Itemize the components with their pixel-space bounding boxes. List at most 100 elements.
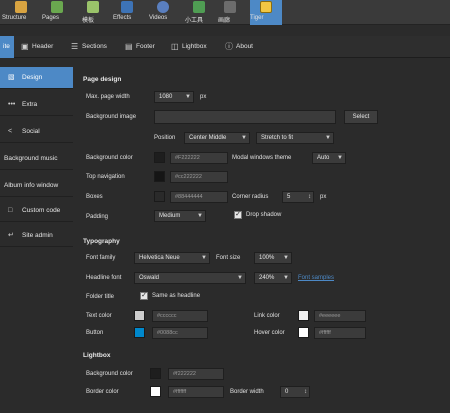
- stretch-select[interactable]: Stretch to fit ▼: [256, 132, 334, 144]
- toolbar-effects[interactable]: Effects: [113, 0, 141, 25]
- border-color-field[interactable]: #fffffff: [168, 386, 224, 398]
- border-width-stepper[interactable]: 0 ↕: [280, 386, 310, 398]
- sidebar-item-extra[interactable]: ••• Extra: [0, 94, 73, 116]
- boxes-field[interactable]: #88444444: [170, 191, 228, 203]
- toolbar-label: 画廊: [218, 18, 231, 24]
- chevron-down-icon: ▼: [337, 155, 343, 161]
- font-samples-link[interactable]: Font samples: [298, 275, 334, 281]
- headline-size-select[interactable]: 240% ▼: [254, 272, 292, 284]
- same-as-headline-checkbox[interactable]: ✓: [140, 292, 148, 300]
- background-image-field[interactable]: [154, 110, 336, 124]
- tab-label: ite: [3, 43, 10, 50]
- select-value: Center Middle: [189, 135, 227, 141]
- select-value: Stretch to fit: [261, 135, 294, 141]
- hover-color-swatch[interactable]: [298, 327, 309, 338]
- toolbar-label: Videos: [149, 15, 168, 21]
- tab-label: Header: [32, 43, 54, 50]
- lightbox-background-color-label: Background color: [86, 371, 133, 377]
- sidebar-item-background-music[interactable]: Background music: [0, 148, 73, 170]
- tab-sections[interactable]: ☰ Sections: [68, 36, 118, 58]
- admin-icon: ↵: [8, 232, 14, 239]
- background-color-field[interactable]: #F222222: [170, 152, 228, 164]
- sidebar-item-custom-code[interactable]: □ Custom code: [0, 200, 73, 222]
- sidebar-item-design[interactable]: ▧ Design: [0, 67, 73, 89]
- hover-color-field[interactable]: #ffffff: [314, 327, 366, 339]
- share-icon: <: [8, 128, 13, 135]
- select-button[interactable]: Select: [344, 110, 378, 124]
- text-color-label: Text color: [86, 313, 112, 319]
- font-size-select[interactable]: 100% ▼: [254, 252, 292, 264]
- link-color-swatch[interactable]: [298, 310, 309, 321]
- button-color-swatch[interactable]: [134, 327, 145, 338]
- border-color-swatch[interactable]: [150, 386, 161, 397]
- boxes-swatch[interactable]: [154, 191, 165, 202]
- chevron-down-icon: ▼: [185, 94, 191, 100]
- sidebar-item-label: Custom code: [22, 207, 61, 214]
- sidebar-item-social[interactable]: < Social: [0, 121, 73, 143]
- chevron-down-icon: ▼: [197, 213, 203, 219]
- tab-label: About: [236, 43, 253, 50]
- tab-footer[interactable]: ▤ Footer: [122, 36, 164, 58]
- chevron-down-icon: ▼: [325, 135, 331, 141]
- lightbox-background-color-swatch[interactable]: [150, 368, 161, 379]
- sidebar-item-album-info-window[interactable]: Album info window: [0, 175, 73, 197]
- corner-radius-stepper[interactable]: 5 ↕: [282, 191, 314, 203]
- toolbar-label: Effects: [113, 15, 132, 21]
- stepper-icon: ↕: [308, 194, 311, 200]
- effects-icon: [121, 1, 133, 13]
- drop-shadow-checkbox[interactable]: ✓: [234, 211, 242, 219]
- settings-tabs: ite ▣ Header ☰ Sections ▤ Footer ◫ Light…: [0, 36, 450, 58]
- toolbar-widgets[interactable]: 小工具: [185, 0, 213, 25]
- toolbar-tiger[interactable]: Tiger: [250, 0, 282, 25]
- lightbox-background-color-field[interactable]: #f222222: [168, 368, 224, 380]
- pages-icon: [51, 1, 63, 13]
- template-icon: [87, 1, 99, 13]
- link-color-field[interactable]: #eeeeee: [314, 310, 366, 322]
- max-page-width-label: Max. page width: [86, 94, 130, 100]
- padding-select[interactable]: Medium ▼: [154, 210, 206, 222]
- toolbar-pages[interactable]: Pages: [42, 0, 72, 25]
- select-value: 100%: [259, 255, 275, 261]
- background-color-swatch[interactable]: [154, 152, 165, 163]
- chevron-down-icon: ▼: [201, 255, 207, 261]
- hover-color-label: Hover color: [254, 330, 285, 336]
- font-size-label: Font size: [216, 255, 241, 261]
- text-color-field[interactable]: #cccccc: [152, 310, 208, 322]
- toolbar-videos[interactable]: Videos: [149, 0, 177, 25]
- tab-site[interactable]: ite: [0, 36, 14, 58]
- link-color-label: Link color: [254, 313, 280, 319]
- stepper-value: 0: [285, 389, 289, 395]
- toolbar-gallery[interactable]: 画廊: [218, 0, 242, 25]
- position-select[interactable]: Center Middle ▼: [184, 132, 250, 144]
- font-family-select[interactable]: Helvetica Neue ▼: [134, 252, 210, 264]
- select-value: Medium: [159, 213, 181, 219]
- header-icon: ▣: [21, 42, 29, 51]
- button-color-field[interactable]: #0088cc: [152, 327, 208, 339]
- modal-theme-select[interactable]: Auto ▼: [312, 152, 346, 164]
- tab-label: Sections: [82, 43, 107, 50]
- stepper-icon: ↕: [304, 389, 307, 395]
- sections-icon: ☰: [71, 42, 79, 51]
- tab-about[interactable]: ⓘ About: [222, 36, 262, 58]
- headline-font-label: Headline font: [86, 275, 122, 281]
- same-as-headline-label: Same as headline: [152, 293, 201, 299]
- sidebar-item-label: Site admin: [22, 232, 53, 239]
- top-navigation-swatch[interactable]: [154, 171, 165, 182]
- toolbar-structure[interactable]: Structure: [2, 0, 40, 25]
- corner-radius-label: Corner radius: [232, 194, 269, 200]
- tab-header[interactable]: ▣ Header: [18, 36, 64, 58]
- text-color-swatch[interactable]: [134, 310, 145, 321]
- structure-icon: [15, 1, 27, 13]
- toolbar-template[interactable]: 模板: [82, 0, 104, 25]
- widgets-icon: [193, 1, 205, 13]
- more-icon: •••: [8, 101, 16, 108]
- top-navigation-field[interactable]: #cc222222: [170, 171, 228, 183]
- max-page-width-select[interactable]: 1080 ▼: [154, 91, 194, 103]
- sidebar-item-site-admin[interactable]: ↵ Site admin: [0, 225, 73, 247]
- stepper-value: 5: [287, 194, 291, 200]
- headline-font-select[interactable]: Oswald ▼: [134, 272, 246, 284]
- background-color-label: Background color: [86, 155, 133, 161]
- tab-lightbox[interactable]: ◫ Lightbox: [168, 36, 218, 58]
- chevron-down-icon: ▼: [237, 275, 243, 281]
- select-value: Helvetica Neue: [139, 255, 180, 261]
